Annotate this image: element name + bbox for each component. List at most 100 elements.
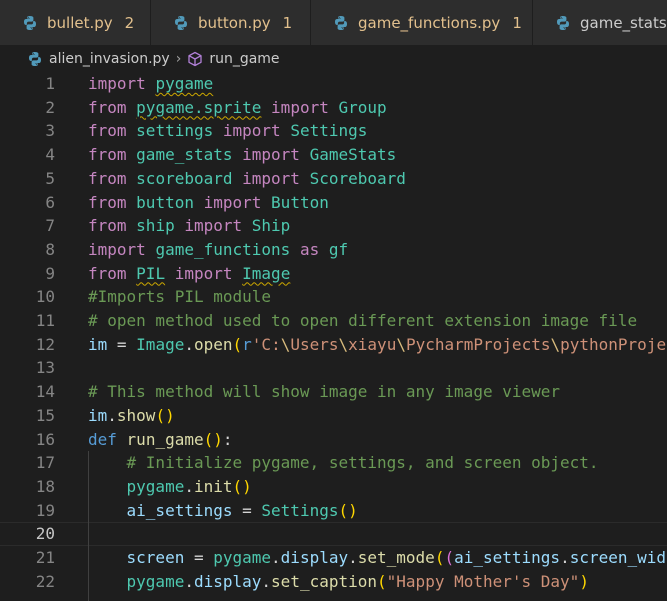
breadcrumb-file[interactable]: alien_invasion.py [49, 51, 170, 67]
code-token: import [271, 97, 329, 117]
code-text: from settings import Settings [88, 119, 367, 143]
code-token: r [242, 334, 252, 354]
code-token: () [155, 405, 175, 425]
line-number: 9 [45, 263, 55, 283]
code-line[interactable]: 9 from PIL import Image [0, 262, 667, 286]
code-token: ( [434, 548, 445, 567]
code-token: Scoreboard [309, 168, 406, 188]
code-token: screen [126, 548, 185, 567]
code-token: # open method used to open different ext… [88, 311, 638, 330]
code-text: im.show() [88, 404, 175, 428]
code-text: # This method will show image in any ima… [88, 380, 560, 404]
code-line[interactable]: 12 im = Image.open(r'C:\Users\xiayu\Pycha… [0, 333, 667, 357]
code-line[interactable]: 4 from game_stats import GameStats [0, 143, 667, 167]
tab-game-stats-py[interactable]: game_stats.py [533, 0, 667, 45]
code-text: #Imports PIL module [88, 285, 271, 309]
editor-tab-bar: bullet.py 2 button.py 1 game_functions.p… [0, 0, 667, 45]
line-number: 4 [45, 145, 55, 165]
code-text: im = Image.open(r'C:\Users\xiayu\Pycharm… [88, 333, 667, 357]
code-token: import [184, 216, 243, 236]
code-line[interactable]: 15 im.show() [0, 404, 667, 428]
code-line[interactable]: 10 #Imports PIL module [0, 285, 667, 309]
code-token: pythonProject [560, 334, 667, 354]
code-token: pygame.sprite [136, 97, 262, 117]
code-token: set_caption [271, 571, 378, 591]
code-token: Settings [290, 121, 368, 141]
code-line[interactable]: 21 screen = pygame.display.set_mode((ai_… [0, 546, 667, 570]
code-token: ( [232, 334, 243, 354]
code-token: game_functions [155, 239, 291, 259]
tab-game-functions-py[interactable]: game_functions.py 1 [311, 0, 533, 45]
code-text: ai_settings = Settings() [88, 499, 358, 523]
code-token: () [203, 429, 223, 449]
code-line[interactable]: 22 pygame.display.set_caption("Happy Mot… [0, 570, 667, 594]
code-token: = [107, 334, 137, 354]
code-text: from ship import Ship [88, 214, 290, 238]
code-line[interactable]: 6 from button import Button [0, 191, 667, 215]
code-token: 'C: [251, 334, 281, 354]
code-line[interactable]: 13 [0, 356, 667, 380]
code-line[interactable]: 14 # This method will show image in any i… [0, 380, 667, 404]
code-text: from button import Button [88, 191, 329, 215]
code-token: from [88, 263, 127, 283]
code-token: \ [396, 334, 406, 354]
code-text: import game_functions as gf [88, 238, 348, 262]
code-line[interactable]: 11 # open method used to open different e… [0, 309, 667, 333]
code-token: ai_settings [454, 548, 561, 567]
problem-count: 2 [124, 13, 135, 32]
code-line[interactable]: 7 from ship import Ship [0, 214, 667, 238]
code-line[interactable]: 3 from settings import Settings [0, 119, 667, 143]
code-token: #Imports PIL module [88, 287, 272, 307]
code-token: open [193, 334, 233, 354]
line-number: 11 [35, 311, 55, 330]
code-token: . [560, 548, 570, 567]
breadcrumb-symbol[interactable]: run_game [209, 51, 279, 67]
line-number: 17 [35, 453, 55, 473]
code-token: ( [444, 548, 455, 567]
code-token: ship [136, 216, 175, 236]
code-token: pygame [155, 74, 214, 93]
code-editor[interactable]: 1 import pygame 2 from pygame.sprite import… [0, 72, 667, 601]
code-line[interactable]: 8 import game_functions as gf [0, 238, 667, 262]
code-token: im [88, 405, 108, 425]
code-line[interactable]: 19 ai_settings = Settings() [0, 499, 667, 523]
python-file-icon [175, 15, 187, 30]
line-number: 10 [35, 287, 55, 307]
code-token: settings [136, 121, 214, 141]
code-token: im [88, 334, 108, 354]
code-line[interactable]: 1 import pygame [0, 72, 667, 96]
tab-bullet-py[interactable]: bullet.py 2 [0, 0, 151, 45]
code-text: pygame.init() [88, 475, 252, 499]
code-line[interactable]: 17 # Initialize pygame, settings, and sc… [0, 451, 667, 475]
code-token: ai_settings [126, 500, 233, 520]
code-token: . [348, 548, 358, 567]
code-line[interactable]: 16 def run_game(): [0, 428, 667, 452]
line-number: 12 [35, 334, 55, 354]
code-line[interactable]: 20 [0, 522, 667, 546]
code-token: import [203, 192, 262, 212]
code-line[interactable]: 18 pygame.init() [0, 475, 667, 499]
code-text: from pygame.sprite import Group [88, 96, 387, 120]
code-token: \ [550, 334, 561, 354]
code-token: pygame [126, 571, 185, 591]
code-token: PycharmProjects [405, 334, 551, 354]
tab-button-py[interactable]: button.py 1 [151, 0, 311, 45]
code-text: def run_game(): [88, 428, 233, 452]
code-token: import [242, 145, 300, 165]
code-line[interactable]: 2 from pygame.sprite import Group [0, 96, 667, 120]
line-number: 15 [35, 405, 55, 425]
code-line[interactable]: 5 from scoreboard import Scoreboard [0, 167, 667, 191]
code-token: from [88, 192, 127, 212]
code-token: from [88, 145, 127, 165]
line-number: 6 [45, 192, 55, 212]
